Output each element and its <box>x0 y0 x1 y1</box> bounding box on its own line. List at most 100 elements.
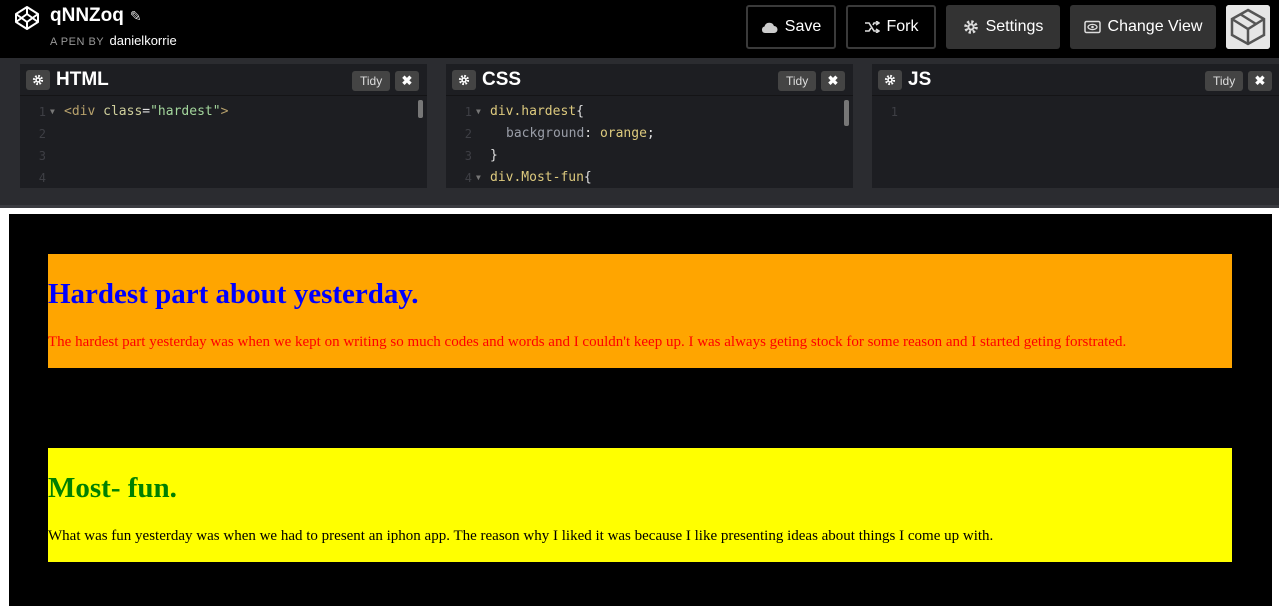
gear-icon <box>963 20 978 34</box>
html-pane-title: HTML <box>56 69 109 90</box>
settings-button-label: Settings <box>985 18 1044 35</box>
avatar-pattern-icon <box>1226 5 1270 49</box>
most-fun-heading: Most- fun. <box>48 472 177 504</box>
code-token: { <box>583 170 592 185</box>
preview-frame: Hardest part about yesterday. The hardes… <box>0 208 1279 606</box>
fork-button[interactable]: Fork <box>846 5 936 49</box>
code-line: 1 ▼ div.hardest{ <box>446 101 853 123</box>
pen-title[interactable]: qNNZoq ✎ <box>50 5 142 27</box>
close-icon: ✖ <box>1254 73 1266 88</box>
line-number: 1 <box>38 105 46 119</box>
html-scrollbar[interactable] <box>418 100 423 118</box>
js-close-button[interactable]: ✖ <box>1248 71 1272 91</box>
change-view-button[interactable]: Change View <box>1070 5 1216 49</box>
code-token: class <box>103 104 143 119</box>
code-line: 3 <box>20 145 427 167</box>
css-pane-title: CSS <box>482 69 522 90</box>
settings-button[interactable]: Settings <box>946 5 1060 49</box>
js-pane-header: JS Tidy ✖ <box>872 64 1279 96</box>
code-token: } <box>490 148 498 163</box>
line-number: 4 <box>464 171 472 185</box>
hardest-text: The hardest part yesterday was when we k… <box>48 334 1127 350</box>
close-icon: ✖ <box>401 73 413 88</box>
avatar[interactable] <box>1226 5 1270 49</box>
code-token: : <box>584 126 600 141</box>
css-pane-header: CSS Tidy ✖ <box>446 64 853 96</box>
code-token: div.hardest <box>490 104 577 119</box>
fold-arrow-icon[interactable]: ▼ <box>50 101 55 123</box>
fork-icon <box>864 21 880 33</box>
css-scrollbar[interactable] <box>844 100 849 126</box>
pencil-icon[interactable]: ✎ <box>130 8 142 24</box>
codepen-logo-icon[interactable] <box>14 5 40 31</box>
html-tidy-button[interactable]: Tidy <box>352 71 391 91</box>
editor-area: HTML Tidy ✖ 1 ▼ <div class="hardest"> 2 … <box>0 58 1279 208</box>
code-line: 2 <box>20 123 427 145</box>
fold-arrow-icon[interactable]: ▼ <box>476 101 481 123</box>
code-text: <div class="hardest"> <box>64 101 228 123</box>
code-line: 1 <box>872 101 1279 123</box>
js-tidy-button[interactable]: Tidy <box>1205 71 1244 91</box>
save-button-label: Save <box>784 18 822 35</box>
line-number: 2 <box>464 127 472 141</box>
eye-icon <box>1083 20 1101 34</box>
most-fun-section: Most- fun. What was fun yesterday was wh… <box>48 448 1232 562</box>
editor-left-gutter <box>0 64 20 188</box>
code-line: 4 ▼ div.Most-fun{ <box>446 167 853 188</box>
code-token: { <box>576 104 584 119</box>
code-line: 2 background: orange; <box>446 123 853 145</box>
code-line: 3 } <box>446 145 853 167</box>
css-code-editor[interactable]: 1 ▼ div.hardest{ 2 background: orange; 3… <box>446 101 853 188</box>
change-view-button-label: Change View <box>1107 18 1203 35</box>
editor-resize-bar[interactable] <box>0 188 1279 208</box>
line-number: 2 <box>38 127 46 141</box>
js-code-editor[interactable]: 1 <box>872 101 1279 123</box>
html-css-resize-handle[interactable] <box>427 64 446 188</box>
cloud-icon <box>761 22 778 33</box>
line-number: 4 <box>38 171 46 185</box>
pen-by-label: A PEN BY <box>50 36 104 48</box>
css-settings-button[interactable] <box>452 70 476 90</box>
hardest-section: Hardest part about yesterday. The hardes… <box>48 254 1232 368</box>
code-token: background <box>506 126 585 141</box>
author-link[interactable]: danielkorrie <box>110 33 177 48</box>
css-js-resize-handle[interactable] <box>853 64 872 188</box>
pen-title-text[interactable]: qNNZoq <box>50 5 124 26</box>
js-settings-button[interactable] <box>878 70 902 90</box>
line-number: 1 <box>890 105 898 119</box>
code-token: <div <box>64 104 104 119</box>
save-button[interactable]: Save <box>746 5 836 49</box>
code-line: 1 ▼ <div class="hardest"> <box>20 101 427 123</box>
code-line: 4 <box>20 167 427 188</box>
line-number: 3 <box>464 149 472 163</box>
code-text: div.Most-fun{ <box>490 167 592 188</box>
fold-arrow-icon[interactable]: ▼ <box>476 167 481 188</box>
code-text: div.hardest{ <box>490 101 584 123</box>
code-token: div.Most-fun <box>490 170 584 185</box>
code-text: background: orange; <box>506 123 655 145</box>
most-fun-text: What was fun yesterday was when we had t… <box>48 528 994 544</box>
top-bar: qNNZoq ✎ A PEN BY danielkorrie Save Fork … <box>0 0 1279 58</box>
close-icon: ✖ <box>827 73 839 88</box>
gear-icon <box>32 74 44 86</box>
html-code-editor[interactable]: 1 ▼ <div class="hardest"> 2 3 4 <box>20 101 427 188</box>
gear-icon <box>458 74 470 86</box>
css-tidy-button[interactable]: Tidy <box>778 71 817 91</box>
hardest-heading: Hardest part about yesterday. <box>48 278 419 310</box>
pen-byline: A PEN BY danielkorrie <box>50 33 177 48</box>
html-editor-pane: HTML Tidy ✖ 1 ▼ <div class="hardest"> 2 … <box>20 64 427 188</box>
code-token: "hardest" <box>150 104 221 119</box>
line-number: 1 <box>464 105 472 119</box>
code-text: } <box>490 145 498 167</box>
line-number: 3 <box>38 149 46 163</box>
html-close-button[interactable]: ✖ <box>395 71 419 91</box>
html-settings-button[interactable] <box>26 70 50 90</box>
css-editor-pane: CSS Tidy ✖ 1 ▼ div.hardest{ 2 background… <box>446 64 853 188</box>
css-close-button[interactable]: ✖ <box>821 71 845 91</box>
js-editor-pane: JS Tidy ✖ 1 <box>872 64 1279 188</box>
code-token: > <box>220 104 229 119</box>
preview-output: Hardest part about yesterday. The hardes… <box>9 214 1272 606</box>
js-pane-title: JS <box>908 69 932 90</box>
fork-button-label: Fork <box>886 18 919 35</box>
gear-icon <box>884 74 896 86</box>
